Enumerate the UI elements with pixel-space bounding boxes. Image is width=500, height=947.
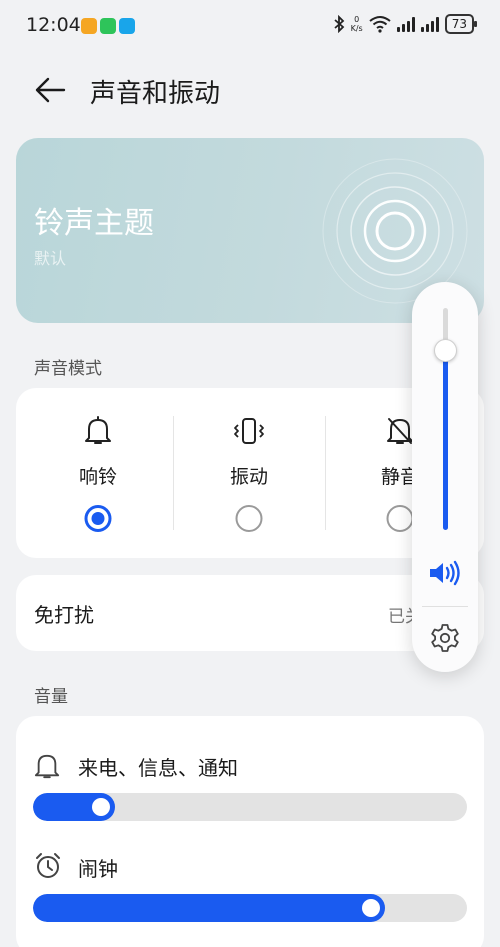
dnd-label: 免打扰 <box>34 603 94 627</box>
bell-icon <box>34 754 60 779</box>
back-arrow-icon[interactable] <box>34 76 66 104</box>
alarm-clock-icon <box>36 853 60 878</box>
signal-icon-2 <box>420 16 439 32</box>
radio-ring[interactable] <box>84 505 112 532</box>
sound-mode-section-label: 声音模式 <box>34 359 102 379</box>
net-speed-unit: K/s <box>350 24 363 33</box>
notification-app-icons <box>81 18 135 34</box>
volume-popup-panel <box>412 282 478 672</box>
mode-label-ring: 响铃 <box>78 466 117 488</box>
bell-icon <box>85 416 111 444</box>
volume-popup-fill <box>443 350 448 530</box>
mode-option-ring[interactable]: 响铃 <box>23 388 173 558</box>
mode-label-vibrate: 振动 <box>229 466 268 488</box>
radio-vibrate[interactable] <box>235 505 263 532</box>
bell-off-icon <box>387 418 413 444</box>
ringtone-theme-card[interactable]: 铃声主题 默认 <box>16 138 484 323</box>
speaker-icon[interactable] <box>428 560 462 586</box>
vibrate-icon <box>234 418 264 444</box>
wifi-icon <box>369 16 391 33</box>
volume-card: 来电、信息、通知 闹钟 <box>16 716 484 947</box>
status-time: 12:04 <box>26 14 81 36</box>
volume-popup-thumb[interactable] <box>434 339 457 362</box>
ringtone-volume-slider[interactable] <box>33 793 467 821</box>
app-badge-icon <box>81 18 97 34</box>
volume-row-label-alarm: 闹钟 <box>78 857 118 881</box>
status-icons: 0 K/s 73 <box>333 14 478 34</box>
radio-silent[interactable] <box>386 505 414 532</box>
ringtone-title: 铃声主题 <box>34 206 154 241</box>
ringtone-volume-thumb[interactable] <box>92 798 110 816</box>
mode-option-vibrate[interactable]: 振动 <box>174 388 324 558</box>
battery-indicator: 73 <box>444 14 478 34</box>
gear-icon[interactable] <box>430 623 460 653</box>
volume-row-label-ringtone: 来电、信息、通知 <box>78 756 238 780</box>
bluetooth-icon <box>334 15 344 33</box>
message-app-icon <box>119 18 135 34</box>
alarm-volume-slider[interactable] <box>33 894 467 922</box>
alarm-volume-thumb[interactable] <box>362 899 380 917</box>
net-speed: 0 K/s <box>351 15 363 33</box>
wechat-icon <box>100 18 116 34</box>
status-bar: 12:04 0 K/s 73 <box>0 0 500 50</box>
alarm-volume-fill <box>33 894 385 922</box>
net-speed-value: 0 <box>354 15 360 24</box>
page-title: 声音和振动 <box>90 79 221 109</box>
signal-icon <box>396 16 415 32</box>
volume-section-label: 音量 <box>34 687 68 707</box>
ringtone-subtitle: 默认 <box>34 249 67 268</box>
volume-popup-separator <box>422 606 468 607</box>
